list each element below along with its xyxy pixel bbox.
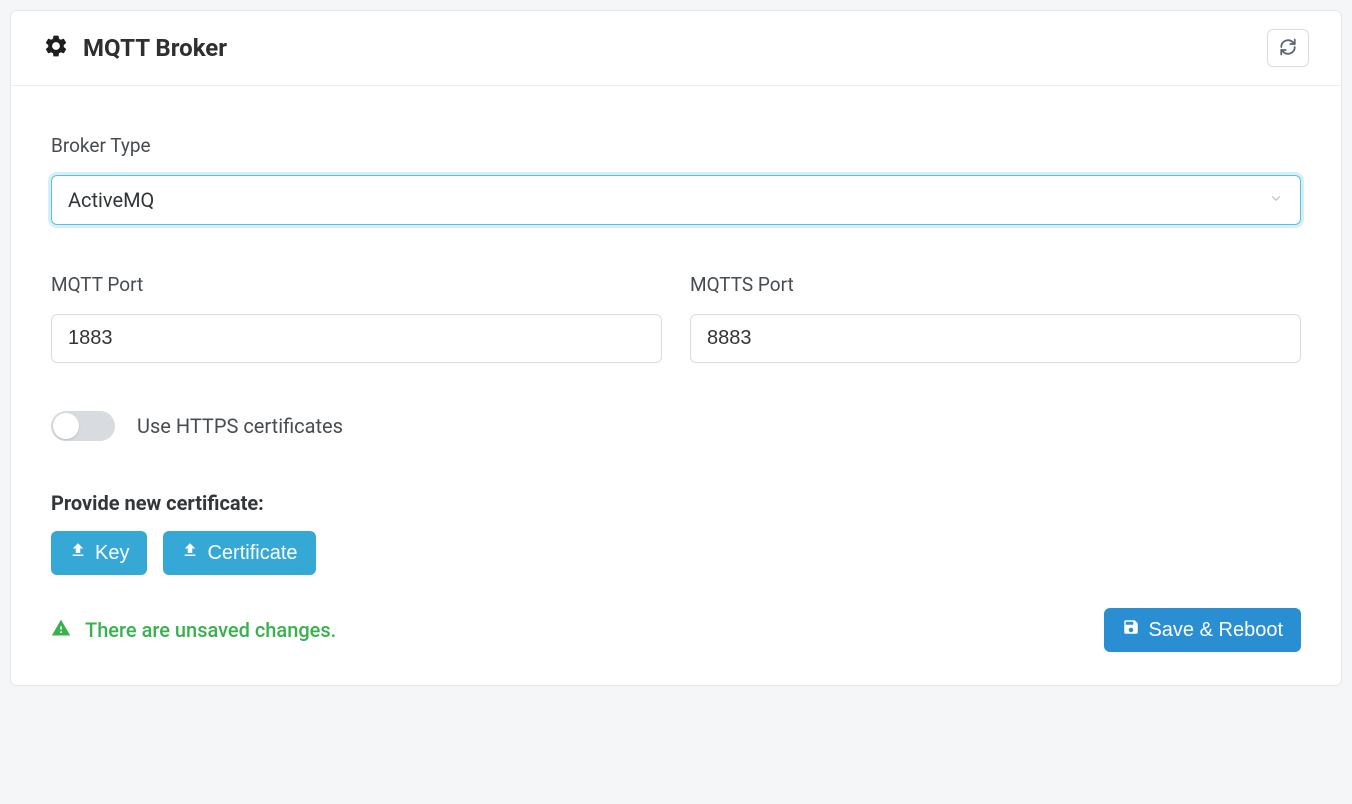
- save-reboot-label: Save & Reboot: [1148, 619, 1283, 642]
- save-reboot-button[interactable]: Save & Reboot: [1104, 608, 1301, 652]
- upload-icon: [181, 541, 199, 565]
- use-https-cert-label: Use HTTPS certificates: [137, 414, 343, 438]
- unsaved-changes-text: There are unsaved changes.: [85, 618, 336, 642]
- upload-key-label: Key: [95, 542, 129, 565]
- refresh-icon: [1279, 38, 1297, 59]
- refresh-button[interactable]: [1267, 29, 1309, 67]
- unsaved-changes-notice: There are unsaved changes.: [51, 618, 336, 643]
- upload-cert-label: Certificate: [207, 542, 297, 565]
- panel-header: MQTT Broker: [11, 11, 1341, 86]
- save-icon: [1122, 618, 1140, 642]
- mqtt-broker-panel: MQTT Broker Broker Type ActiveMQ: [10, 10, 1342, 686]
- mqtts-port-label: MQTTS Port: [690, 273, 1301, 296]
- provide-cert-heading: Provide new certificate:: [51, 491, 1301, 515]
- page-title: MQTT Broker: [83, 34, 227, 62]
- upload-icon: [69, 541, 87, 565]
- upload-key-button[interactable]: Key: [51, 531, 147, 575]
- use-https-cert-toggle[interactable]: [51, 411, 115, 441]
- mqtts-port-input[interactable]: [690, 314, 1301, 363]
- toggle-knob: [53, 413, 79, 439]
- warning-icon: [51, 618, 71, 643]
- upload-cert-button[interactable]: Certificate: [163, 531, 315, 575]
- mqtt-port-input[interactable]: [51, 314, 662, 363]
- broker-type-select[interactable]: ActiveMQ: [51, 175, 1301, 225]
- broker-type-label: Broker Type: [51, 134, 1301, 157]
- gear-icon: [43, 33, 69, 63]
- mqtt-port-label: MQTT Port: [51, 273, 662, 296]
